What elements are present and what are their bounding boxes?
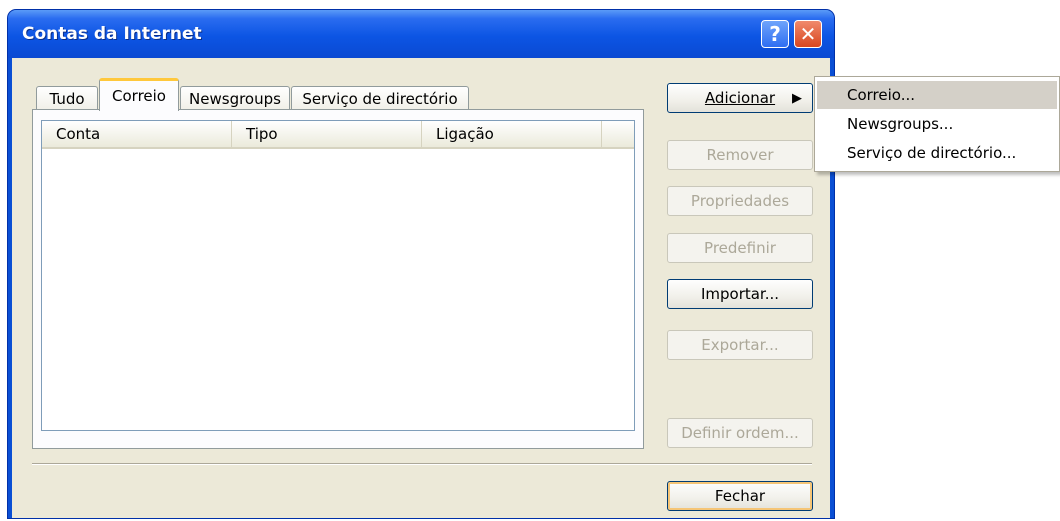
tab-panel: Conta Tipo Ligação xyxy=(32,109,644,449)
export-button[interactable]: Exportar... xyxy=(667,330,813,360)
column-header-connection[interactable]: Ligação xyxy=(422,121,602,147)
menu-item-newsgroups-label: Newsgroups... xyxy=(847,115,954,133)
set-default-button-label: Predefinir xyxy=(704,239,776,257)
properties-button[interactable]: Propriedades xyxy=(667,186,813,216)
remove-button[interactable]: Remover xyxy=(667,140,813,170)
tab-mail[interactable]: Correio xyxy=(99,78,179,111)
add-button[interactable]: Adicionar ▶ xyxy=(667,83,813,113)
divider xyxy=(32,463,812,465)
accounts-list[interactable]: Conta Tipo Ligação xyxy=(41,120,635,431)
menu-item-newsgroups[interactable]: Newsgroups... xyxy=(817,110,1057,138)
menu-item-directory-service-label: Serviço de directório... xyxy=(847,144,1017,162)
close-icon[interactable]: ✕ xyxy=(794,20,822,48)
add-submenu: Correio... Newsgroups... Serviço de dire… xyxy=(814,76,1060,172)
column-header-type[interactable]: Tipo xyxy=(232,121,422,147)
column-header-type-label: Tipo xyxy=(246,125,278,143)
title-bar[interactable]: Contas da Internet ? ✕ xyxy=(8,10,834,58)
close-button[interactable]: Fechar xyxy=(667,481,813,511)
add-button-label: Adicionar xyxy=(704,89,776,107)
menu-item-mail-label: Correio... xyxy=(847,86,916,104)
properties-button-label: Propriedades xyxy=(690,192,790,210)
column-header-account-label: Conta xyxy=(56,125,101,143)
tab-newsgroups-label: Newsgroups xyxy=(189,89,281,108)
remove-button-label: Remover xyxy=(706,146,774,164)
tab-mail-label: Correio xyxy=(112,87,166,105)
question-icon[interactable]: ? xyxy=(761,20,789,48)
close-button-label: Fechar xyxy=(714,487,766,505)
set-default-button[interactable]: Predefinir xyxy=(667,233,813,263)
import-button-label: Importar... xyxy=(700,285,780,303)
list-header: Conta Tipo Ligação xyxy=(42,121,634,149)
window-title: Contas da Internet xyxy=(22,24,202,44)
export-button-label: Exportar... xyxy=(701,336,779,354)
column-header-connection-label: Ligação xyxy=(436,125,494,143)
tab-all-label: Tudo xyxy=(49,89,85,108)
dialog-client-area: Tudo Correio Newsgroups Serviço de direc… xyxy=(12,58,830,518)
tab-directory-service[interactable]: Serviço de directório xyxy=(291,86,469,110)
menu-item-directory-service[interactable]: Serviço de directório... xyxy=(817,139,1057,167)
import-button[interactable]: Importar... xyxy=(667,279,813,309)
dialog-window: Contas da Internet ? ✕ Tudo Correio News… xyxy=(8,10,834,518)
tab-all[interactable]: Tudo xyxy=(36,86,98,110)
set-order-button-label: Definir ordem... xyxy=(681,424,799,442)
menu-item-mail[interactable]: Correio... xyxy=(817,81,1057,109)
tab-directory-service-label: Serviço de directório xyxy=(302,89,458,108)
column-header-account[interactable]: Conta xyxy=(42,121,232,147)
set-order-button[interactable]: Definir ordem... xyxy=(667,418,813,448)
submenu-arrow-icon: ▶ xyxy=(792,91,802,106)
tab-newsgroups[interactable]: Newsgroups xyxy=(180,86,290,110)
